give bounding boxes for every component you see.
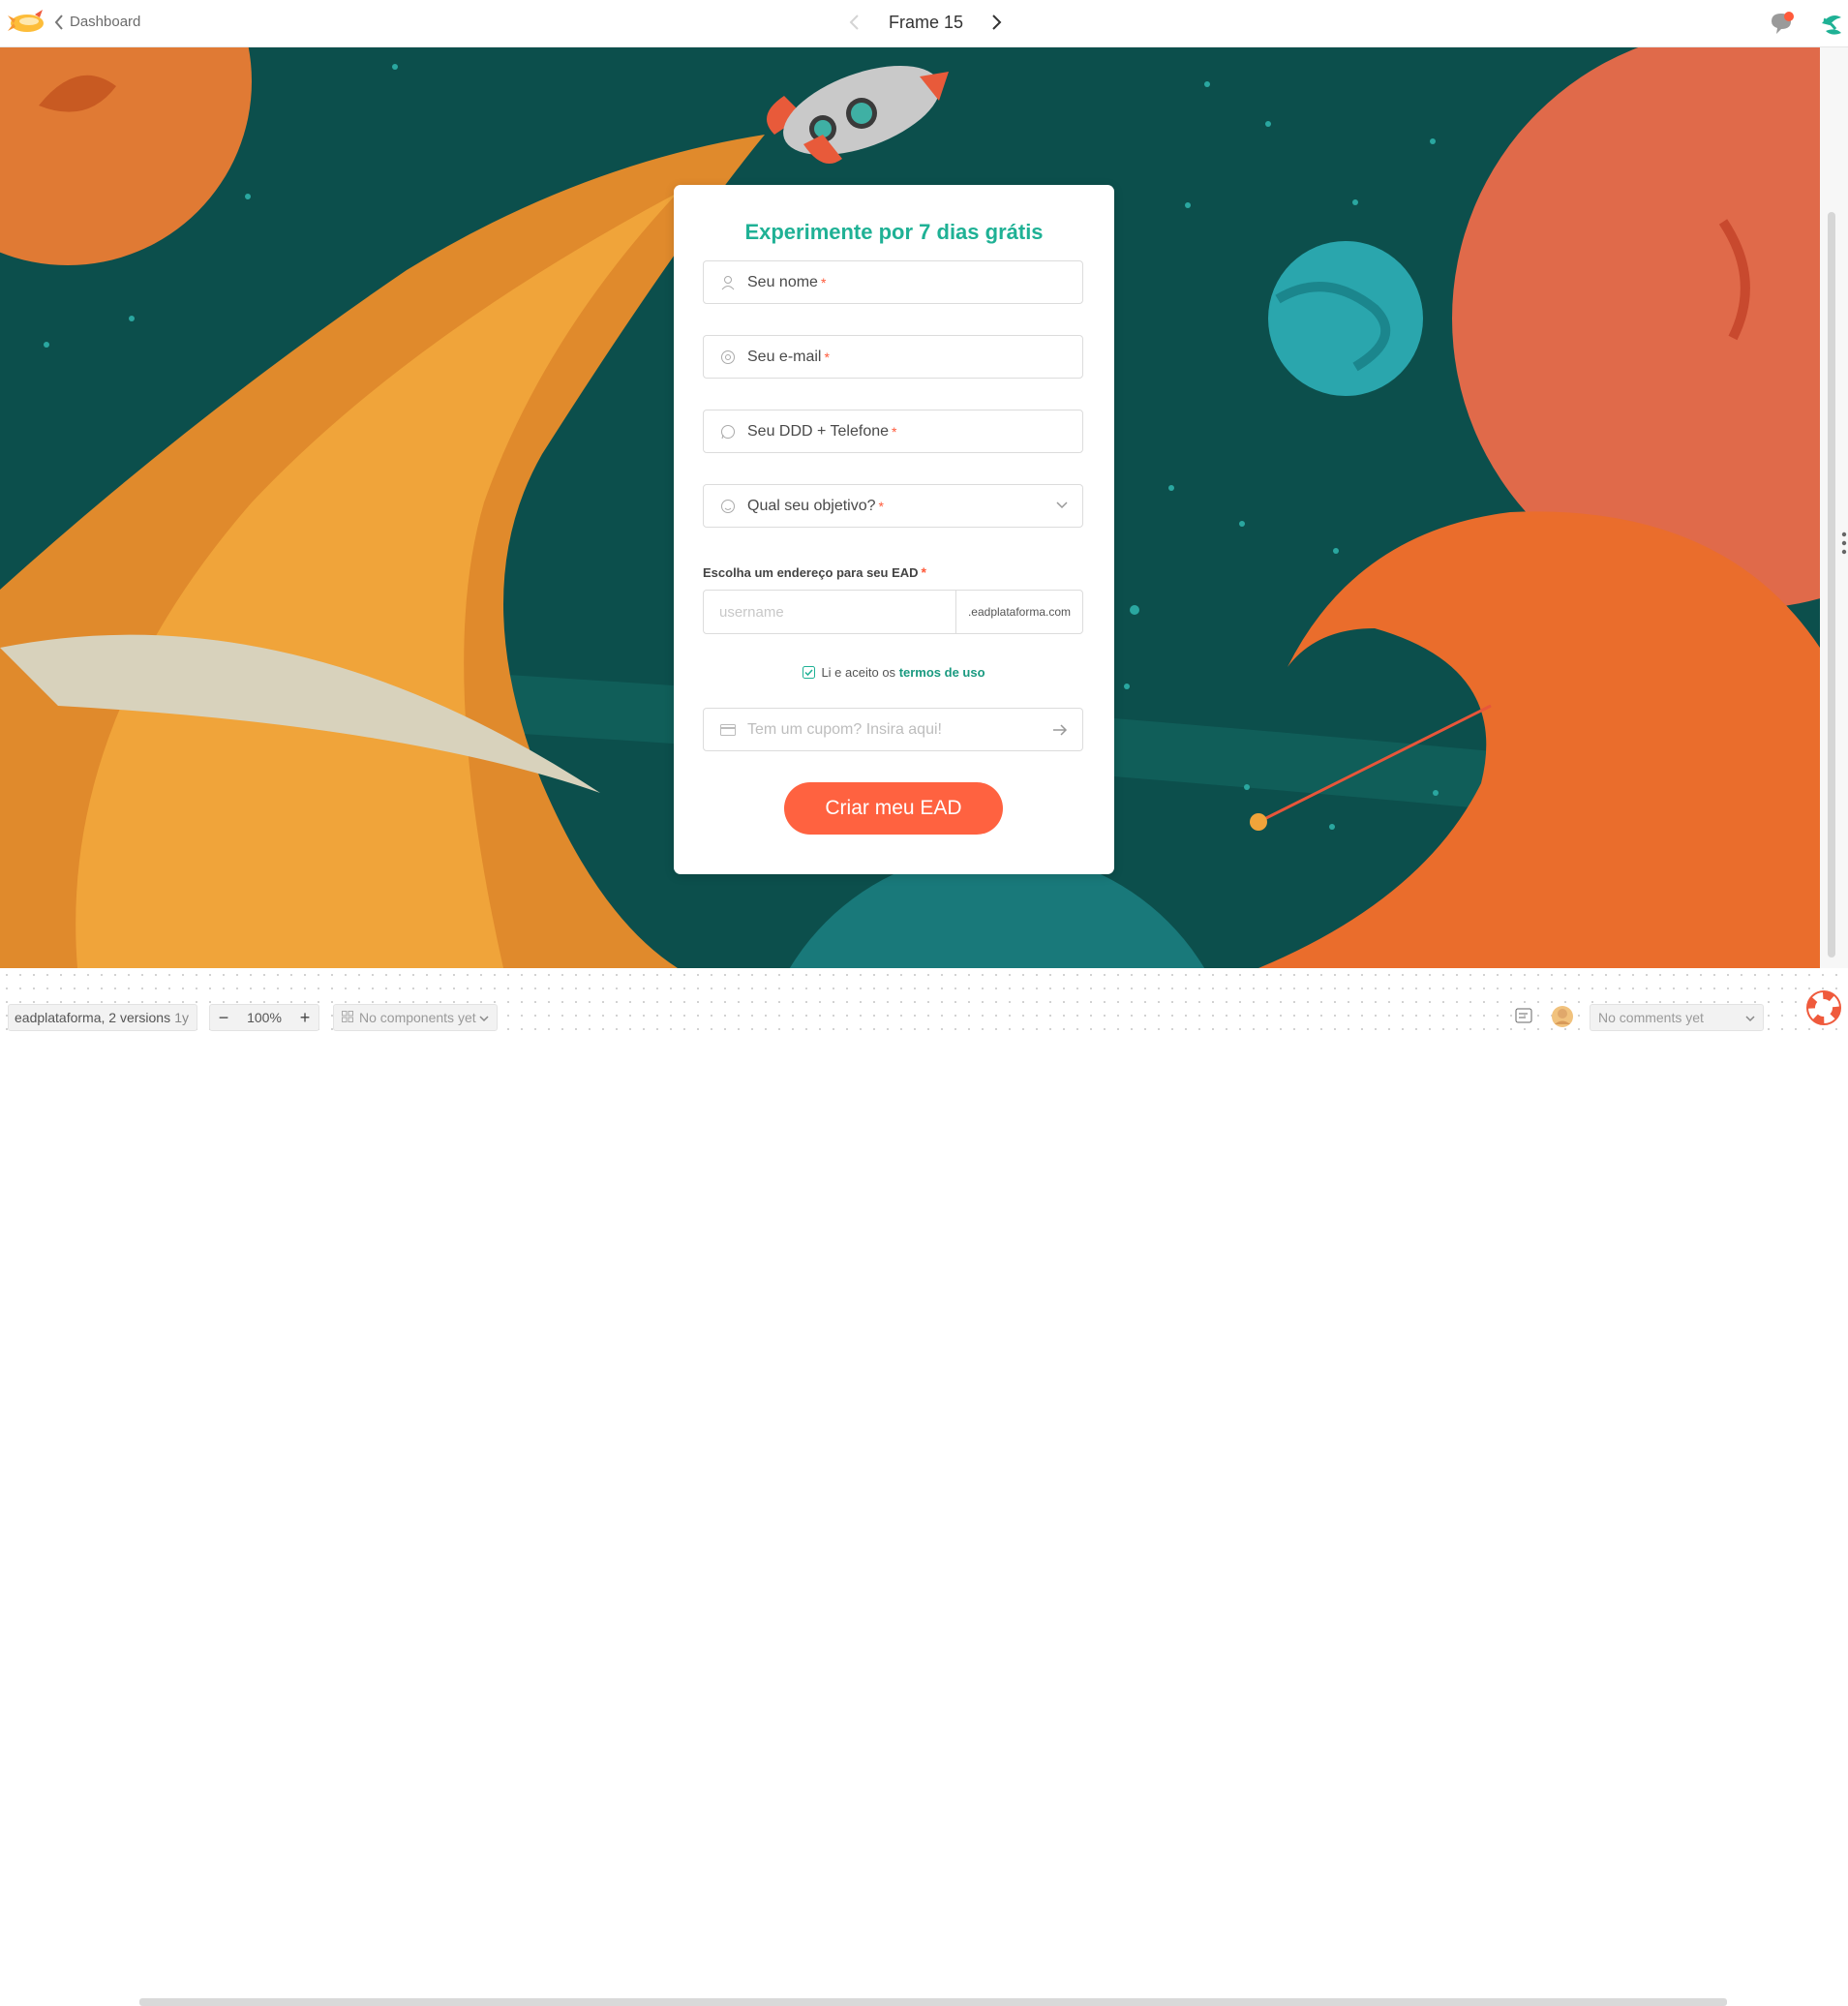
frame-navigator: Frame 15 [848,10,1003,37]
zeplin-app-icon[interactable] [1818,10,1845,42]
back-label: Dashboard [70,14,141,30]
top-bar: Dashboard Frame 15 [0,0,1848,47]
components-label: No components yet [359,1010,476,1025]
terms-checkbox-row[interactable]: Li e aceito os termos de uso [674,665,1114,682]
ticket-icon [719,721,737,739]
scrollbar-thumb[interactable] [1828,212,1835,957]
add-note-icon[interactable] [1514,1005,1535,1031]
address-label-text: Escolha um endereço para seu EAD [703,565,919,580]
coupon-field[interactable]: Tem um cupom? Insira aqui! [703,708,1083,751]
required-marker: * [820,274,827,290]
chevron-left-icon [54,14,63,30]
zoom-out-button[interactable]: − [216,1008,231,1028]
vertical-scrollbar[interactable] [1820,47,1848,968]
bottom-toolbar: eadplataforma, 2 versions 1y − 100% + No… [0,968,1848,2006]
components-grid-icon [342,1010,353,1025]
phone-field[interactable]: Seu DDD + Telefone * [703,410,1083,453]
horizontal-scrollbar[interactable] [139,1998,1727,2006]
components-selector[interactable]: No components yet [333,1004,498,1031]
username-input[interactable] [704,591,955,633]
zeplin-logo[interactable] [6,6,46,39]
phone-field-label: Seu DDD + Telefone [747,422,890,440]
coupon-placeholder: Tem um cupom? Insira aqui! [747,720,942,738]
help-lifebuoy-icon[interactable] [1805,989,1842,1031]
smiley-icon [719,498,737,515]
next-frame-button[interactable] [991,14,1003,36]
chevron-left-icon [849,15,859,30]
address-field: .eadplataforma.com [703,590,1083,634]
name-field-label: Seu nome [747,273,818,290]
terms-text: Li e aceito os [821,665,896,680]
objective-select[interactable]: Qual seu objetivo? * [703,484,1083,528]
chevron-down-icon [479,1010,489,1025]
user-avatar-icon[interactable] [1551,1005,1574,1033]
frame-title: Frame 15 [889,13,964,32]
chevron-down-icon [1055,499,1069,517]
zoom-control: − 100% + [209,1004,319,1031]
versions-age: 1y [174,1010,189,1025]
design-canvas: Experimente por 7 dias grátis Seu nome *… [0,47,1820,968]
notifications-icon[interactable] [1768,10,1795,42]
required-marker: * [892,423,897,440]
create-ead-button[interactable]: Criar meu EAD [784,782,1003,835]
domain-suffix: .eadplataforma.com [955,591,1082,633]
more-options-icon[interactable] [1841,532,1847,560]
required-marker: * [824,349,830,365]
previous-frame-button[interactable] [848,14,860,36]
name-field[interactable]: Seu nome * [703,260,1083,304]
comments-selector[interactable]: No comments yet [1590,1004,1764,1031]
arrow-right-icon[interactable] [1051,721,1069,744]
whatsapp-icon [719,423,737,441]
comments-label: No comments yet [1598,1010,1704,1025]
chevron-right-icon [992,15,1002,30]
email-field-label: Seu e-mail [747,348,822,365]
user-icon [719,274,737,291]
terms-link[interactable]: termos de uso [899,665,985,680]
required-marker: * [878,498,884,514]
back-to-dashboard-link[interactable]: Dashboard [54,14,140,30]
versions-label: eadplataforma, 2 versions [15,1010,171,1025]
versions-selector[interactable]: eadplataforma, 2 versions 1y [8,1004,197,1031]
email-field[interactable]: Seu e-mail * [703,335,1083,379]
required-marker: * [921,564,926,580]
signup-form-card: Experimente por 7 dias grátis Seu nome *… [674,185,1114,874]
chevron-down-icon [1745,1010,1755,1025]
zoom-level: 100% [247,1010,282,1025]
address-label: Escolha um endereço para seu EAD * [703,564,926,580]
at-sign-icon [719,349,737,366]
zoom-in-button[interactable]: + [297,1008,313,1028]
objective-select-label: Qual seu objetivo? [747,497,876,514]
form-title: Experimente por 7 dias grátis [744,220,1044,244]
checkbox-checked-icon[interactable] [803,666,816,682]
